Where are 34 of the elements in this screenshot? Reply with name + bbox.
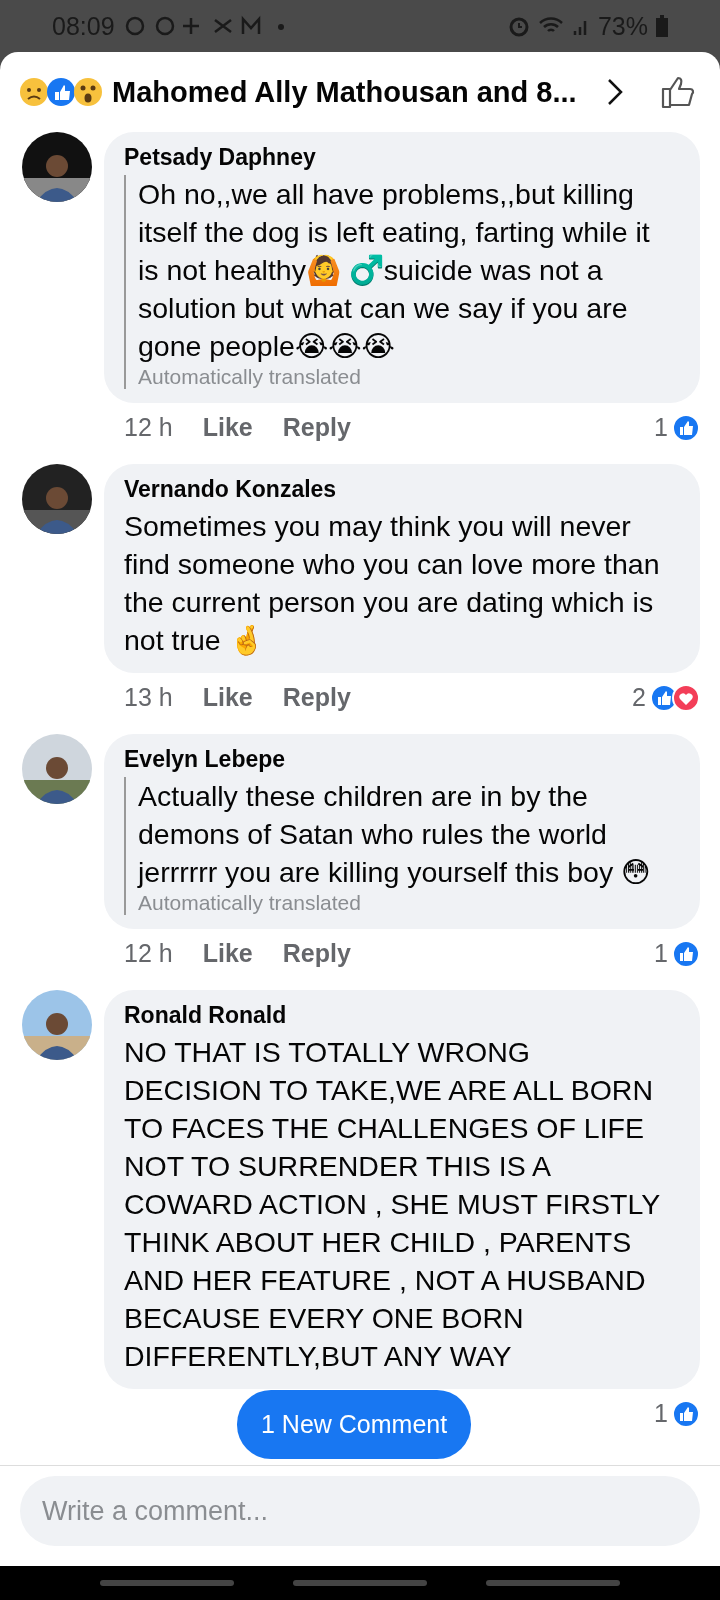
comment-author[interactable]: Evelyn Lebepe: [124, 746, 660, 773]
comment-text: NO THAT IS TOTALLY WRONG DECISION TO TAKE,WE ARE ALL BORN TO FACES THE CHALLENGES OF LIFE NOT TO SURRENDER THIS IS A COWARD ACTION , SHE MUST FIRSTLY THINK ABOUT HER CHILD , PARENTS AND HER FEATURE , NOT A HUSBAND BECAUSE EVERY ONE BORN DIFFERENTLY,BUT ANY WAY: [124, 1035, 660, 1374]
reactions-title[interactable]: Mahomed Ally Mathousan and 8...: [112, 75, 598, 109]
reaction-count: 1: [654, 1399, 668, 1428]
thumbs-up-icon[interactable]: [660, 74, 696, 110]
comment-author[interactable]: Vernando Konzales: [124, 476, 660, 503]
like-link[interactable]: Like: [202, 413, 253, 442]
alarm-icon: [507, 15, 530, 37]
reply-link[interactable]: Reply: [282, 413, 351, 442]
comment-time: 12 h: [124, 413, 173, 442]
comment-field[interactable]: Write a comment...: [20, 1476, 700, 1546]
comment-text: Oh no,,we all have problems,,but killing itself the dog is left eating, farting while it is not healthy🙆 ♂suicide was not a solution but what can we say if you are gone people😭😭😭: [138, 177, 651, 364]
love-reaction-icon: [672, 683, 700, 712]
like-reaction-icon: [672, 1399, 700, 1428]
comment-time: 13 h: [124, 683, 173, 712]
reaction-count: 1: [654, 413, 668, 442]
reply-link[interactable]: Reply: [282, 683, 351, 712]
battery-icon: [656, 15, 668, 37]
comment-text: Actually these children are in by the demons of Satan who rules the world jerrrrrr you are killing yourself this boy 😳: [138, 779, 652, 890]
translation-note[interactable]: Automatically translated: [138, 891, 361, 914]
like-reaction-icon: [672, 939, 700, 968]
reaction-count: 1: [654, 939, 668, 968]
comment-text: Sometimes you may think you will never find someone who you can love more than the current person you are dating which is not true 🤞: [124, 509, 660, 658]
like-link[interactable]: Like: [202, 939, 253, 968]
chevron-right-icon[interactable]: [606, 77, 624, 107]
new-comment-toast[interactable]: 1 New Comment: [237, 1390, 472, 1459]
like-link[interactable]: Like: [202, 683, 253, 712]
like-reaction-icon: [672, 413, 700, 442]
reaction-count: 2: [632, 683, 646, 712]
reply-link[interactable]: Reply: [282, 939, 351, 968]
comment-author[interactable]: Ronald Ronald: [124, 1002, 660, 1029]
comment-author[interactable]: Petsady Daphney: [124, 144, 660, 171]
comment-time: 12 h: [124, 939, 173, 968]
translation-note[interactable]: Automatically translated: [138, 365, 361, 388]
